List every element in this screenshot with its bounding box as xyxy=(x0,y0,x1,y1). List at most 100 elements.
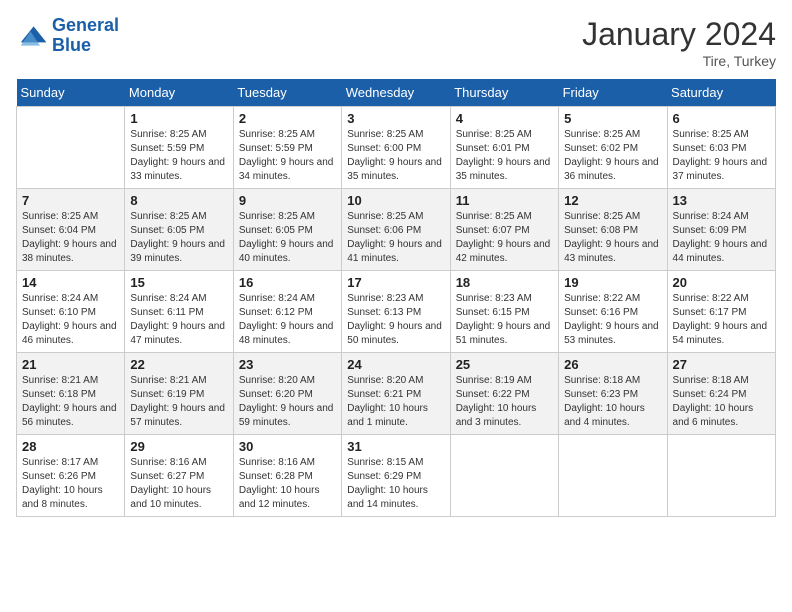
day-number: 9 xyxy=(239,193,336,208)
day-info: Sunrise: 8:23 AM Sunset: 6:13 PM Dayligh… xyxy=(347,292,444,348)
day-info: Sunrise: 8:22 AM Sunset: 6:16 PM Dayligh… xyxy=(564,292,661,348)
day-info: Sunrise: 8:25 AM Sunset: 6:04 PM Dayligh… xyxy=(22,210,119,266)
logo-text: General Blue xyxy=(52,16,119,56)
calendar-cell: 12 Sunrise: 8:25 AM Sunset: 6:08 PM Dayl… xyxy=(559,189,667,271)
day-number: 22 xyxy=(130,357,227,372)
day-info: Sunrise: 8:25 AM Sunset: 6:01 PM Dayligh… xyxy=(456,128,553,184)
day-number: 13 xyxy=(673,193,770,208)
day-info: Sunrise: 8:17 AM Sunset: 6:26 PM Dayligh… xyxy=(22,456,119,512)
day-info: Sunrise: 8:23 AM Sunset: 6:15 PM Dayligh… xyxy=(456,292,553,348)
weekday-header-thursday: Thursday xyxy=(450,79,558,107)
day-number: 11 xyxy=(456,193,553,208)
calendar-cell: 29 Sunrise: 8:16 AM Sunset: 6:27 PM Dayl… xyxy=(125,435,233,517)
calendar-cell: 31 Sunrise: 8:15 AM Sunset: 6:29 PM Dayl… xyxy=(342,435,450,517)
calendar-row-2: 7 Sunrise: 8:25 AM Sunset: 6:04 PM Dayli… xyxy=(17,189,776,271)
day-number: 30 xyxy=(239,439,336,454)
calendar-cell: 23 Sunrise: 8:20 AM Sunset: 6:20 PM Dayl… xyxy=(233,353,341,435)
day-number: 21 xyxy=(22,357,119,372)
calendar-row-5: 28 Sunrise: 8:17 AM Sunset: 6:26 PM Dayl… xyxy=(17,435,776,517)
day-info: Sunrise: 8:25 AM Sunset: 6:05 PM Dayligh… xyxy=(130,210,227,266)
day-number: 24 xyxy=(347,357,444,372)
logo-icon xyxy=(16,20,48,52)
calendar-cell: 24 Sunrise: 8:20 AM Sunset: 6:21 PM Dayl… xyxy=(342,353,450,435)
day-info: Sunrise: 8:18 AM Sunset: 6:24 PM Dayligh… xyxy=(673,374,770,430)
day-info: Sunrise: 8:24 AM Sunset: 6:09 PM Dayligh… xyxy=(673,210,770,266)
day-info: Sunrise: 8:25 AM Sunset: 6:07 PM Dayligh… xyxy=(456,210,553,266)
weekday-header-wednesday: Wednesday xyxy=(342,79,450,107)
logo-line2: Blue xyxy=(52,35,91,55)
weekday-header-row: SundayMondayTuesdayWednesdayThursdayFrid… xyxy=(17,79,776,107)
calendar-row-4: 21 Sunrise: 8:21 AM Sunset: 6:18 PM Dayl… xyxy=(17,353,776,435)
day-number: 15 xyxy=(130,275,227,290)
day-info: Sunrise: 8:19 AM Sunset: 6:22 PM Dayligh… xyxy=(456,374,553,430)
calendar-cell: 4 Sunrise: 8:25 AM Sunset: 6:01 PM Dayli… xyxy=(450,107,558,189)
day-info: Sunrise: 8:25 AM Sunset: 6:02 PM Dayligh… xyxy=(564,128,661,184)
day-number: 10 xyxy=(347,193,444,208)
calendar-cell: 18 Sunrise: 8:23 AM Sunset: 6:15 PM Dayl… xyxy=(450,271,558,353)
day-number: 2 xyxy=(239,111,336,126)
calendar-cell: 9 Sunrise: 8:25 AM Sunset: 6:05 PM Dayli… xyxy=(233,189,341,271)
calendar-cell: 21 Sunrise: 8:21 AM Sunset: 6:18 PM Dayl… xyxy=(17,353,125,435)
calendar-row-1: 1 Sunrise: 8:25 AM Sunset: 5:59 PM Dayli… xyxy=(17,107,776,189)
calendar-table: SundayMondayTuesdayWednesdayThursdayFrid… xyxy=(16,79,776,517)
day-number: 26 xyxy=(564,357,661,372)
calendar-row-3: 14 Sunrise: 8:24 AM Sunset: 6:10 PM Dayl… xyxy=(17,271,776,353)
day-info: Sunrise: 8:21 AM Sunset: 6:18 PM Dayligh… xyxy=(22,374,119,430)
day-number: 20 xyxy=(673,275,770,290)
calendar-cell: 7 Sunrise: 8:25 AM Sunset: 6:04 PM Dayli… xyxy=(17,189,125,271)
calendar-cell: 14 Sunrise: 8:24 AM Sunset: 6:10 PM Dayl… xyxy=(17,271,125,353)
month-title: January 2024 xyxy=(582,16,776,53)
calendar-cell: 10 Sunrise: 8:25 AM Sunset: 6:06 PM Dayl… xyxy=(342,189,450,271)
calendar-cell: 6 Sunrise: 8:25 AM Sunset: 6:03 PM Dayli… xyxy=(667,107,775,189)
calendar-cell: 28 Sunrise: 8:17 AM Sunset: 6:26 PM Dayl… xyxy=(17,435,125,517)
calendar-cell: 16 Sunrise: 8:24 AM Sunset: 6:12 PM Dayl… xyxy=(233,271,341,353)
day-info: Sunrise: 8:21 AM Sunset: 6:19 PM Dayligh… xyxy=(130,374,227,430)
day-info: Sunrise: 8:20 AM Sunset: 6:21 PM Dayligh… xyxy=(347,374,444,430)
calendar-cell xyxy=(17,107,125,189)
weekday-header-monday: Monday xyxy=(125,79,233,107)
day-number: 19 xyxy=(564,275,661,290)
calendar-cell: 17 Sunrise: 8:23 AM Sunset: 6:13 PM Dayl… xyxy=(342,271,450,353)
calendar-cell: 13 Sunrise: 8:24 AM Sunset: 6:09 PM Dayl… xyxy=(667,189,775,271)
day-number: 29 xyxy=(130,439,227,454)
calendar-cell: 11 Sunrise: 8:25 AM Sunset: 6:07 PM Dayl… xyxy=(450,189,558,271)
calendar-cell: 22 Sunrise: 8:21 AM Sunset: 6:19 PM Dayl… xyxy=(125,353,233,435)
day-info: Sunrise: 8:22 AM Sunset: 6:17 PM Dayligh… xyxy=(673,292,770,348)
weekday-header-sunday: Sunday xyxy=(17,79,125,107)
day-number: 16 xyxy=(239,275,336,290)
calendar-cell: 3 Sunrise: 8:25 AM Sunset: 6:00 PM Dayli… xyxy=(342,107,450,189)
day-number: 27 xyxy=(673,357,770,372)
logo-line1: General xyxy=(52,15,119,35)
day-info: Sunrise: 8:16 AM Sunset: 6:28 PM Dayligh… xyxy=(239,456,336,512)
day-number: 6 xyxy=(673,111,770,126)
calendar-cell: 1 Sunrise: 8:25 AM Sunset: 5:59 PM Dayli… xyxy=(125,107,233,189)
day-number: 28 xyxy=(22,439,119,454)
day-info: Sunrise: 8:24 AM Sunset: 6:11 PM Dayligh… xyxy=(130,292,227,348)
day-number: 12 xyxy=(564,193,661,208)
calendar-cell xyxy=(667,435,775,517)
day-info: Sunrise: 8:16 AM Sunset: 6:27 PM Dayligh… xyxy=(130,456,227,512)
weekday-header-tuesday: Tuesday xyxy=(233,79,341,107)
day-info: Sunrise: 8:25 AM Sunset: 6:08 PM Dayligh… xyxy=(564,210,661,266)
page-header: General Blue January 2024 Tire, Turkey xyxy=(16,16,776,69)
day-number: 8 xyxy=(130,193,227,208)
calendar-cell: 2 Sunrise: 8:25 AM Sunset: 5:59 PM Dayli… xyxy=(233,107,341,189)
day-number: 31 xyxy=(347,439,444,454)
day-number: 23 xyxy=(239,357,336,372)
day-info: Sunrise: 8:18 AM Sunset: 6:23 PM Dayligh… xyxy=(564,374,661,430)
calendar-cell: 20 Sunrise: 8:22 AM Sunset: 6:17 PM Dayl… xyxy=(667,271,775,353)
calendar-cell: 15 Sunrise: 8:24 AM Sunset: 6:11 PM Dayl… xyxy=(125,271,233,353)
calendar-cell: 26 Sunrise: 8:18 AM Sunset: 6:23 PM Dayl… xyxy=(559,353,667,435)
day-info: Sunrise: 8:25 AM Sunset: 6:03 PM Dayligh… xyxy=(673,128,770,184)
day-info: Sunrise: 8:20 AM Sunset: 6:20 PM Dayligh… xyxy=(239,374,336,430)
calendar-cell: 8 Sunrise: 8:25 AM Sunset: 6:05 PM Dayli… xyxy=(125,189,233,271)
day-number: 4 xyxy=(456,111,553,126)
title-block: January 2024 Tire, Turkey xyxy=(582,16,776,69)
day-number: 1 xyxy=(130,111,227,126)
day-number: 14 xyxy=(22,275,119,290)
calendar-cell: 30 Sunrise: 8:16 AM Sunset: 6:28 PM Dayl… xyxy=(233,435,341,517)
calendar-cell xyxy=(450,435,558,517)
day-number: 3 xyxy=(347,111,444,126)
day-info: Sunrise: 8:24 AM Sunset: 6:10 PM Dayligh… xyxy=(22,292,119,348)
day-info: Sunrise: 8:25 AM Sunset: 5:59 PM Dayligh… xyxy=(130,128,227,184)
